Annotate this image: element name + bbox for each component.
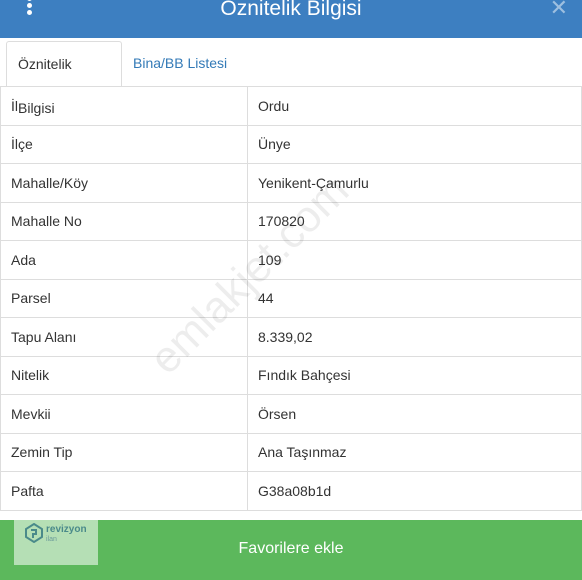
logo-brand-text: revizyon: [46, 524, 87, 535]
attribute-key: Ada: [0, 240, 248, 280]
attribute-value: Örsen: [247, 394, 582, 434]
dialog-header: Öznitelik Bilgisi ✕: [0, 0, 582, 38]
attribute-key: Nitelik: [0, 355, 248, 395]
close-icon[interactable]: ✕: [550, 0, 568, 22]
table-row: Tapu Alanı 8.339,02: [0, 317, 582, 357]
attribute-key: Mevkii: [0, 394, 248, 434]
table-row: Mevkii Örsen: [0, 394, 582, 434]
table-row: Ada 109: [0, 240, 582, 280]
table-row: Zemin Tip Ana Taşınmaz: [0, 432, 582, 472]
attribute-key: Pafta: [0, 471, 248, 511]
tab-bar: Öznitelik Bilgisi Bina/BB Listesi: [0, 38, 582, 116]
attribute-key: Parsel: [0, 278, 248, 318]
dialog-title: Öznitelik Bilgisi: [220, 0, 362, 20]
tab-oznitelik-bilgisi[interactable]: Öznitelik Bilgisi: [6, 41, 122, 116]
attribute-value: Ana Taşınmaz: [247, 432, 582, 472]
table-row: İl Ordu: [0, 86, 582, 126]
attribute-value: Ünye: [247, 124, 582, 164]
attribute-value: Ordu: [247, 86, 582, 126]
attribute-key: Zemin Tip: [0, 432, 248, 472]
attribute-value: G38a08b1d: [247, 471, 582, 511]
attribute-key: İlçe: [0, 124, 248, 164]
attribute-key: Mahalle/Köy: [0, 163, 248, 203]
attribute-value: 109: [247, 240, 582, 280]
logo-sub-text: ilan: [46, 536, 57, 543]
attribute-key: Mahalle No: [0, 201, 248, 241]
attribute-key: İl: [0, 86, 248, 126]
table-row: Mahalle/Köy Yenikent-Çamurlu: [0, 163, 582, 203]
attribute-table: İl Ordu İlçe Ünye Mahalle/Köy Yenikent-Ç…: [0, 86, 582, 511]
attribute-value: 44: [247, 278, 582, 318]
tab-bina-bb-listesi[interactable]: Bina/BB Listesi: [122, 41, 238, 85]
attribute-key: Tapu Alanı: [0, 317, 248, 357]
table-row: Pafta G38a08b1d: [0, 471, 582, 511]
revizyon-logo: revizyon ilan: [14, 517, 98, 565]
logo-mark-icon: [25, 523, 43, 543]
table-row: Parsel 44: [0, 278, 582, 318]
table-row: Nitelik Fındık Bahçesi: [0, 355, 582, 395]
attribute-value: Fındık Bahçesi: [247, 355, 582, 395]
attribute-value: Yenikent-Çamurlu: [247, 163, 582, 203]
table-row: İlçe Ünye: [0, 124, 582, 164]
attribute-value: 8.339,02: [247, 317, 582, 357]
attribute-value: 170820: [247, 201, 582, 241]
table-row: Mahalle No 170820: [0, 201, 582, 241]
